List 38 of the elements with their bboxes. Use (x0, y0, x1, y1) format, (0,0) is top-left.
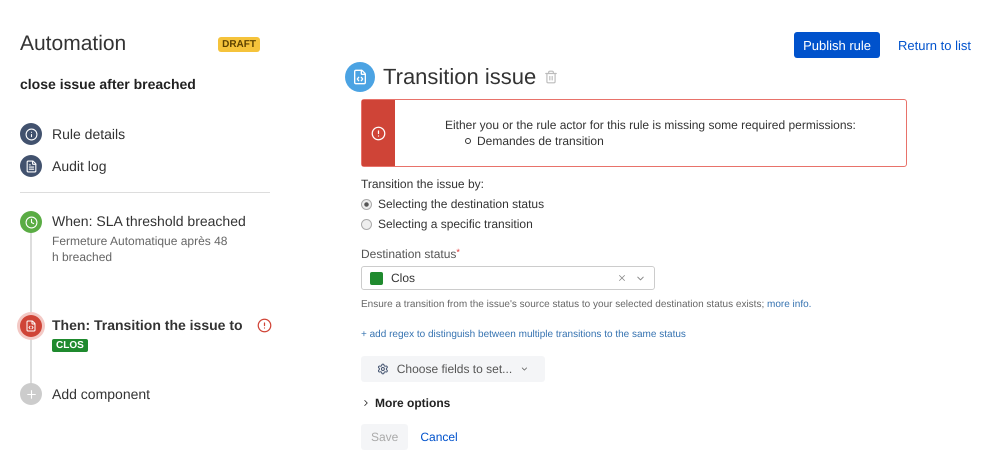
return-link[interactable]: Return to list (898, 38, 971, 52)
status-lozenge: CLOS (52, 339, 88, 352)
document-icon (25, 320, 37, 332)
info-icon (24, 128, 38, 140)
status-badge: DRAFT (218, 36, 260, 52)
nav-item[interactable]: Audit log (20, 150, 270, 182)
radio-option[interactable]: Selecting a specific transition (361, 217, 907, 231)
clear-icon[interactable] (617, 273, 627, 283)
alert-item: Demandes de transition (477, 134, 604, 148)
gear-icon (377, 361, 389, 377)
error-icon (371, 126, 386, 140)
app-title: Automation (20, 32, 126, 56)
nav-item[interactable]: Rule details (20, 118, 270, 150)
plus-icon (24, 388, 38, 400)
choose-fields-button[interactable]: Choose fields to set... (361, 356, 545, 382)
hint-text: Ensure a transition from the issue's source status to your selected destination status exists; more info. (361, 299, 812, 310)
document-icon (345, 62, 375, 92)
alert-message: Either you or the rule actor for this rule is missing some required permissions: (445, 118, 856, 132)
publish-button[interactable]: Publish rule (794, 32, 880, 58)
field-label: Destination status (361, 247, 456, 261)
delete-icon[interactable] (544, 70, 558, 84)
more-info-link[interactable]: more info. (767, 299, 812, 310)
cancel-link[interactable]: Cancel (420, 430, 458, 444)
required-mark: * (456, 247, 460, 257)
editor-title: Transition issue (383, 64, 536, 90)
document-icon (24, 160, 38, 172)
trigger-description: Fermeture Automatique après 48 h breached (52, 233, 228, 265)
trigger-item[interactable]: When: SLA threshold breached Fermeture Automatique après 48 h breached (20, 211, 270, 315)
status-select[interactable]: Clos (361, 266, 655, 290)
more-options-toggle[interactable]: More options (361, 396, 907, 410)
clock-icon (24, 216, 38, 228)
action-item[interactable]: Then: Transition the issue to CLOS (20, 315, 270, 383)
add-component-item[interactable]: Add component (20, 383, 270, 405)
action-title: Then: Transition the issue to (52, 316, 243, 335)
radio-option[interactable]: Selecting the destination status (361, 197, 907, 211)
rule-name: close issue after breached (20, 76, 197, 92)
add-regex-link[interactable]: + add regex to distinguish between multiple transitions to the same status (361, 329, 686, 340)
field-label: Transition the issue by: (361, 177, 485, 191)
